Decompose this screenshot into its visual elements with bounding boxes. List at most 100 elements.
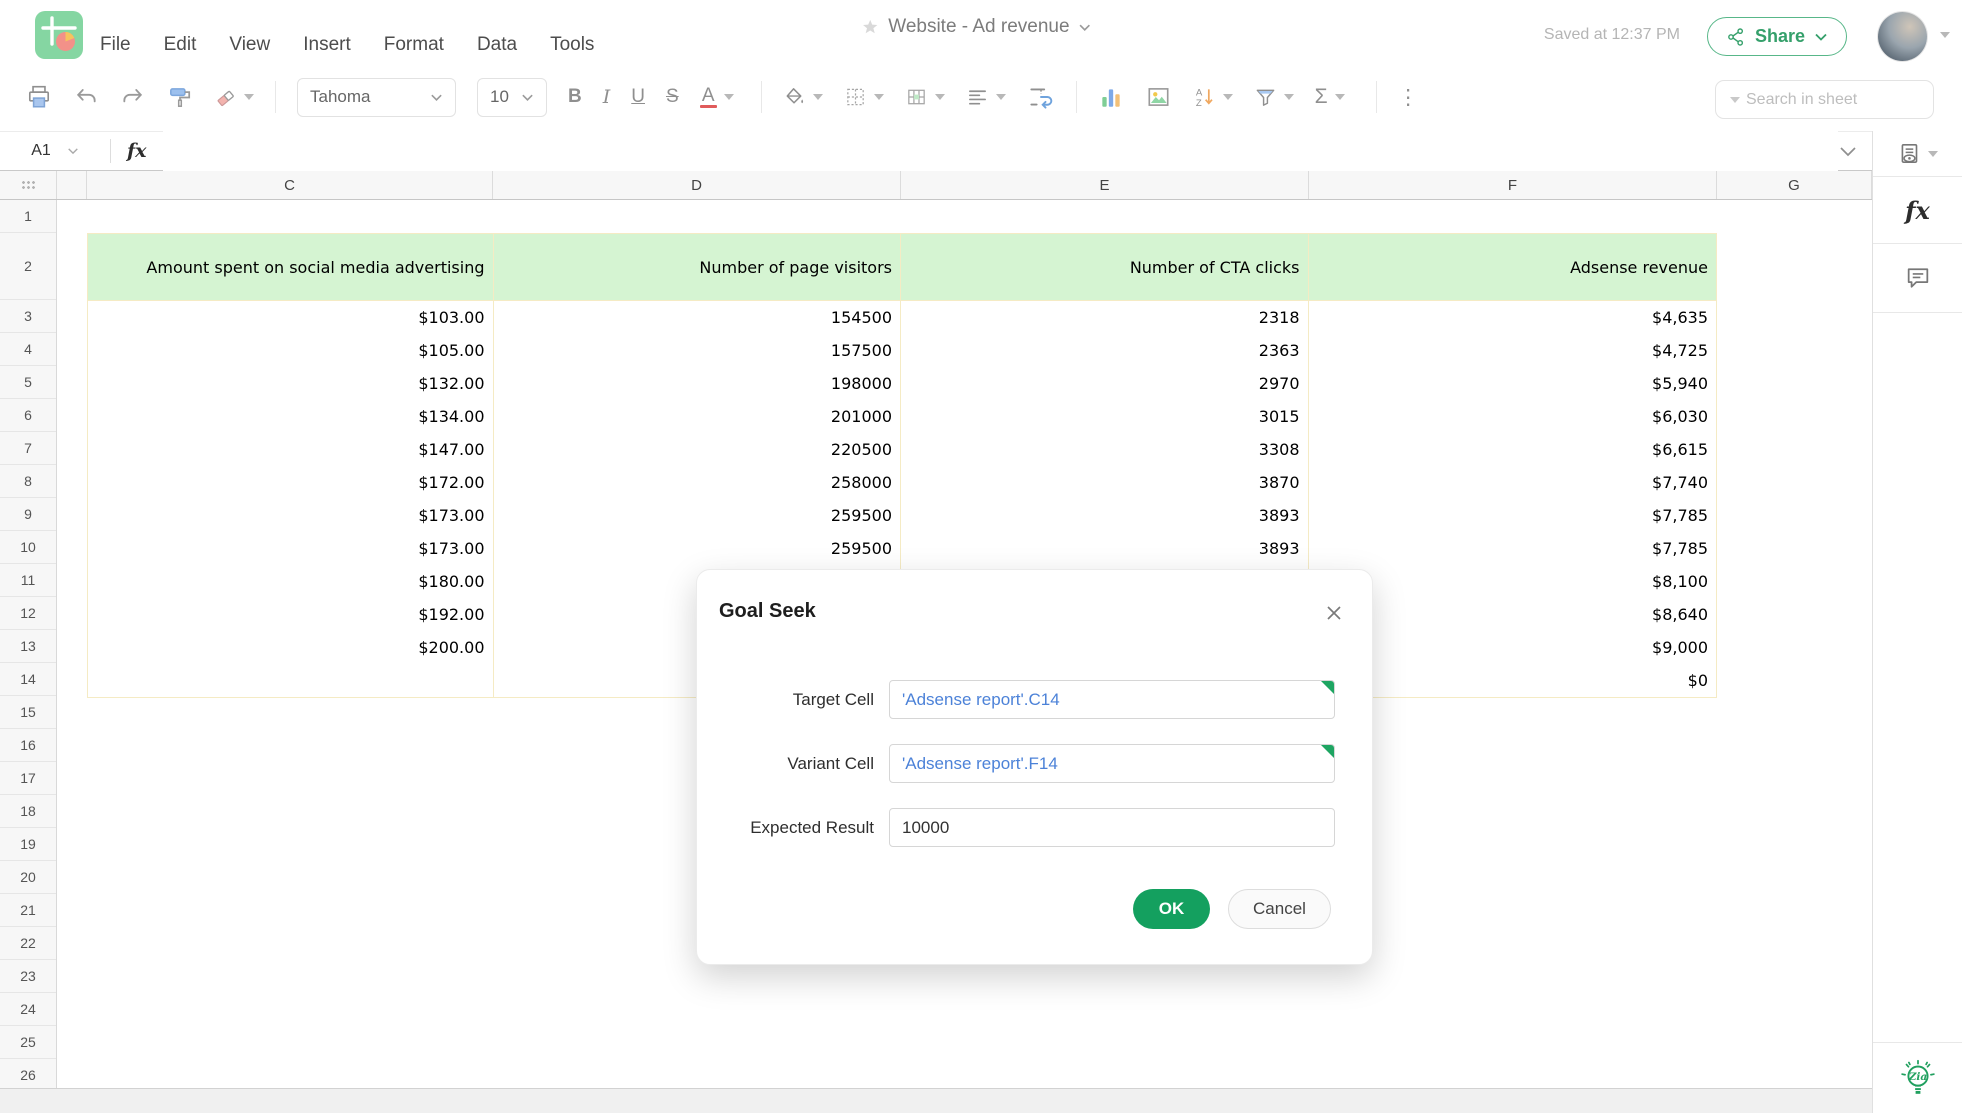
share-button[interactable]: Share xyxy=(1707,17,1847,56)
strikethrough-button[interactable]: S xyxy=(666,82,679,112)
table-cell[interactable]: 258000 xyxy=(494,466,902,499)
row-header-13[interactable]: 13 xyxy=(0,630,56,663)
table-cell[interactable]: 3893 xyxy=(901,499,1309,532)
row-header-16[interactable]: 16 xyxy=(0,729,56,762)
table-header-cell[interactable]: Number of page visitors xyxy=(494,234,902,300)
row-header-10[interactable]: 10 xyxy=(0,531,56,564)
wrap-text-button[interactable] xyxy=(1027,82,1055,112)
bold-button[interactable]: B xyxy=(568,82,582,112)
formula-input[interactable] xyxy=(163,131,1838,171)
fill-color-button[interactable] xyxy=(783,82,823,112)
fx-icon[interactable]: fx xyxy=(127,140,147,162)
expected-result-input[interactable]: 10000 xyxy=(889,808,1335,847)
range-picker-corner-icon[interactable] xyxy=(1321,745,1334,758)
table-cell[interactable]: $180.00 xyxy=(88,565,494,598)
row-header-21[interactable]: 21 xyxy=(0,894,56,927)
range-picker-corner-icon[interactable] xyxy=(1321,681,1334,694)
row-header-1[interactable]: 1 xyxy=(0,200,56,233)
row-header-5[interactable]: 5 xyxy=(0,366,56,399)
table-cell[interactable]: $5,940 xyxy=(1309,367,1717,400)
formula-bar-expand-chevron-icon[interactable] xyxy=(1838,145,1858,157)
borders-button[interactable] xyxy=(844,82,884,112)
menu-tools[interactable]: Tools xyxy=(550,34,594,56)
horizontal-align-button[interactable] xyxy=(966,82,1006,112)
row-header-20[interactable]: 20 xyxy=(0,861,56,894)
menu-view[interactable]: View xyxy=(229,34,270,56)
table-cell[interactable] xyxy=(88,664,494,697)
row-header-15[interactable]: 15 xyxy=(0,696,56,729)
account-chevron-down-icon[interactable] xyxy=(1940,32,1950,38)
menu-data[interactable]: Data xyxy=(477,34,517,56)
table-cell[interactable]: $172.00 xyxy=(88,466,494,499)
table-cell[interactable]: $103.00 xyxy=(88,301,494,334)
table-cell[interactable]: $132.00 xyxy=(88,367,494,400)
table-cell[interactable]: $6,030 xyxy=(1309,400,1717,433)
column-header-C[interactable]: C xyxy=(87,171,493,199)
table-cell[interactable]: 3015 xyxy=(901,400,1309,433)
table-cell[interactable]: $200.00 xyxy=(88,631,494,664)
zia-assistant-button[interactable]: Zia xyxy=(1873,1042,1962,1113)
title-chevron-down-icon[interactable] xyxy=(1079,23,1092,32)
row-header-12[interactable]: 12 xyxy=(0,597,56,630)
font-size-select[interactable]: 10 xyxy=(477,78,547,117)
table-cell[interactable]: 2318 xyxy=(901,301,1309,334)
table-cell[interactable]: $7,785 xyxy=(1309,499,1717,532)
row-header-24[interactable]: 24 xyxy=(0,993,56,1026)
dialog-close-icon[interactable] xyxy=(1324,603,1344,623)
app-logo-icon[interactable] xyxy=(35,11,83,59)
menu-file[interactable]: File xyxy=(100,34,131,56)
row-header-2[interactable]: 2 xyxy=(0,233,56,300)
row-header-9[interactable]: 9 xyxy=(0,498,56,531)
table-header-cell[interactable]: Amount spent on social media advertising xyxy=(88,234,494,300)
table-cell[interactable]: $173.00 xyxy=(88,532,494,565)
more-options-button[interactable]: ⋮ xyxy=(1398,82,1419,112)
table-cell[interactable]: 2970 xyxy=(901,367,1309,400)
table-cell[interactable]: $4,635 xyxy=(1309,301,1717,334)
table-cell[interactable]: $4,725 xyxy=(1309,334,1717,367)
variant-cell-input[interactable]: 'Adsense report'.F14 xyxy=(889,744,1335,783)
search-input[interactable] xyxy=(1744,90,1955,110)
table-cell[interactable]: 259500 xyxy=(494,532,902,565)
row-header-7[interactable]: 7 xyxy=(0,432,56,465)
table-cell[interactable]: 2363 xyxy=(901,334,1309,367)
table-cell[interactable]: $6,615 xyxy=(1309,433,1717,466)
table-cell[interactable]: $147.00 xyxy=(88,433,494,466)
favorite-star-icon[interactable] xyxy=(861,18,879,36)
row-header-18[interactable]: 18 xyxy=(0,795,56,828)
row-header-14[interactable]: 14 xyxy=(0,663,56,696)
comments-panel-button[interactable] xyxy=(1873,244,1962,313)
redo-button[interactable] xyxy=(120,82,146,112)
insert-image-button[interactable] xyxy=(1145,82,1172,112)
row-header-11[interactable]: 11 xyxy=(0,564,56,597)
merge-cells-button[interactable] xyxy=(905,82,945,112)
menu-insert[interactable]: Insert xyxy=(303,34,351,56)
italic-button[interactable]: I xyxy=(603,82,611,112)
sheet-view-button[interactable] xyxy=(1873,131,1962,177)
table-cell[interactable]: 154500 xyxy=(494,301,902,334)
table-cell[interactable]: 3870 xyxy=(901,466,1309,499)
row-header-19[interactable]: 19 xyxy=(0,828,56,861)
hidden-columns-strip[interactable] xyxy=(57,171,87,199)
table-cell[interactable]: $7,740 xyxy=(1309,466,1717,499)
target-cell-input[interactable]: 'Adsense report'.C14 xyxy=(889,680,1335,719)
sheet-search[interactable] xyxy=(1715,80,1934,119)
select-all-corner[interactable] xyxy=(0,171,57,199)
row-header-6[interactable]: 6 xyxy=(0,399,56,432)
functions-panel-button[interactable]: fx xyxy=(1873,177,1962,244)
table-cell[interactable]: 3308 xyxy=(901,433,1309,466)
table-header-cell[interactable]: Adsense revenue xyxy=(1309,234,1717,300)
underline-button[interactable]: U xyxy=(631,82,645,112)
column-header-D[interactable]: D xyxy=(493,171,901,199)
font-color-button[interactable]: A xyxy=(700,82,740,112)
table-cell[interactable]: 157500 xyxy=(494,334,902,367)
print-button[interactable] xyxy=(26,82,52,112)
table-cell[interactable]: $7,785 xyxy=(1309,532,1717,565)
table-cell[interactable]: 220500 xyxy=(494,433,902,466)
column-header-G[interactable]: G xyxy=(1717,171,1872,199)
table-cell[interactable]: $192.00 xyxy=(88,598,494,631)
menu-edit[interactable]: Edit xyxy=(164,34,197,56)
menu-format[interactable]: Format xyxy=(384,34,444,56)
table-cell[interactable]: 198000 xyxy=(494,367,902,400)
row-header-4[interactable]: 4 xyxy=(0,333,56,366)
ok-button[interactable]: OK xyxy=(1133,889,1210,929)
